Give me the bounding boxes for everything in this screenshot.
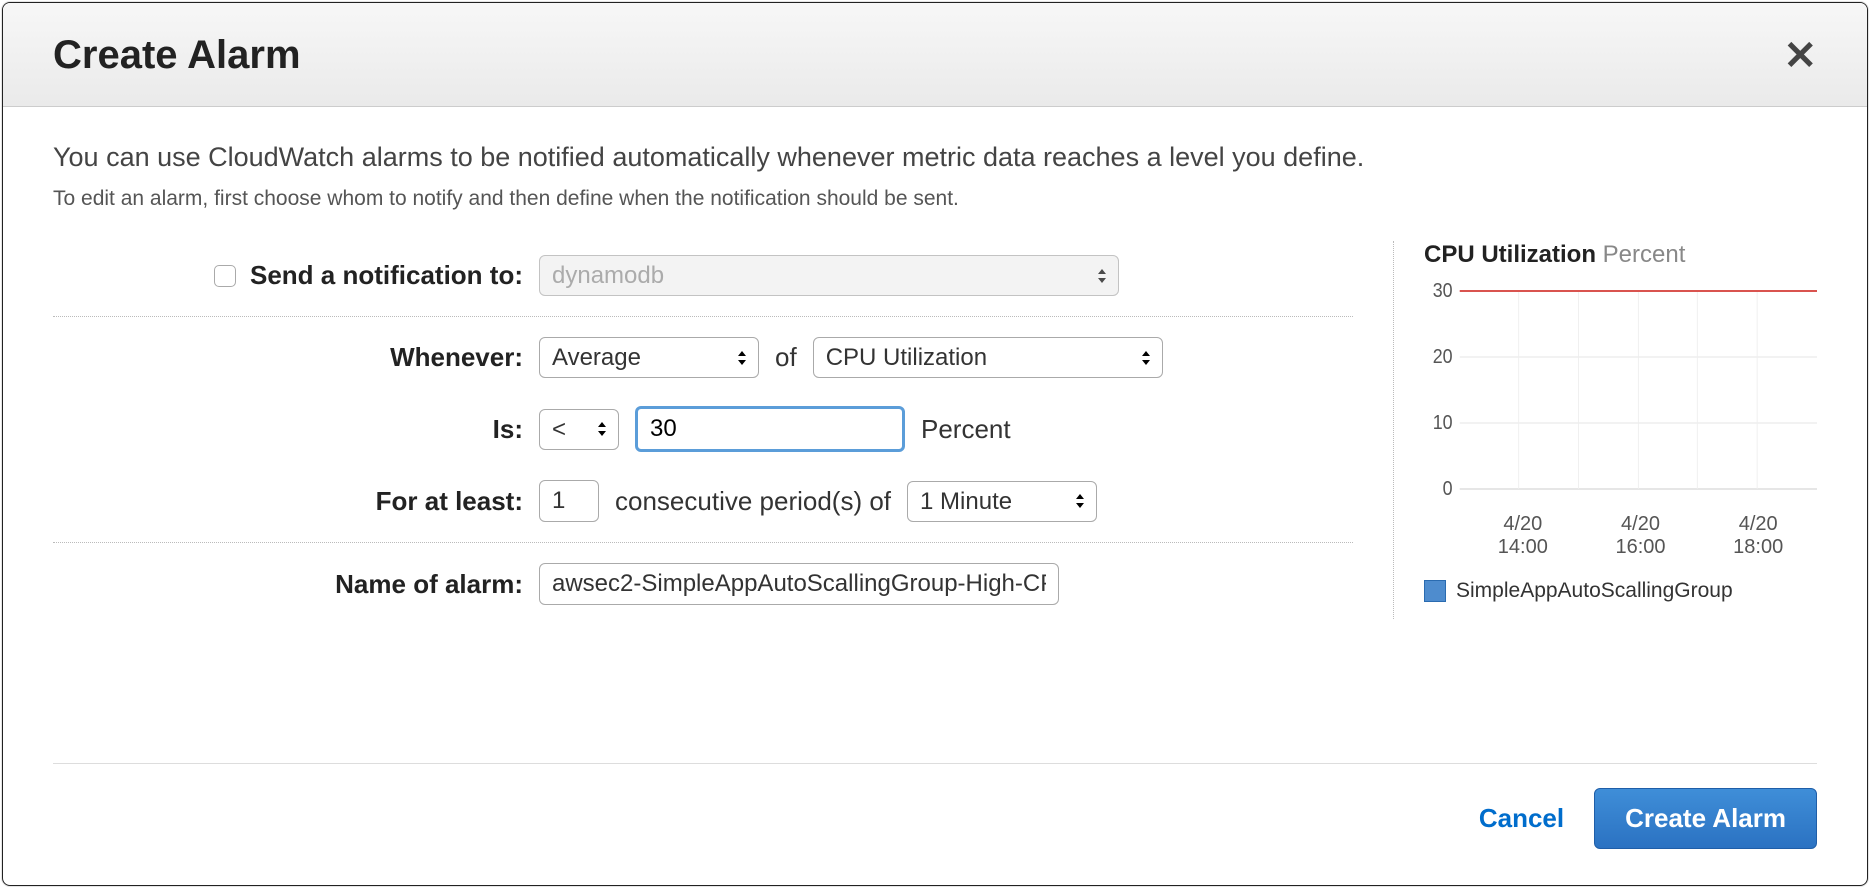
form-column: Send a notification to: dynamodb Wheneve…	[53, 241, 1353, 619]
modal-header: Create Alarm ✕	[3, 3, 1867, 107]
alarm-name-input[interactable]	[539, 563, 1059, 605]
whenever-label: Whenever:	[53, 342, 523, 373]
metric-select[interactable]: CPU Utilization	[813, 337, 1163, 378]
modal-title: Create Alarm	[53, 33, 301, 78]
chart-title: CPU Utilization Percent	[1424, 241, 1817, 269]
legend-label: SimpleAppAutoScallingGroup	[1456, 579, 1733, 603]
operator-select[interactable]: <	[539, 409, 619, 450]
legend-swatch	[1424, 580, 1446, 602]
row-is: Is: < Percent	[53, 392, 1353, 466]
notify-checkbox[interactable]	[214, 265, 236, 287]
sub-intro-text: To edit an alarm, first choose whom to n…	[53, 187, 1817, 211]
chart-legend: SimpleAppAutoScallingGroup	[1424, 579, 1817, 603]
ytick-10: 10	[1433, 412, 1453, 434]
ytick-30: 30	[1433, 281, 1453, 302]
threshold-input[interactable]	[635, 406, 905, 452]
x-ticks: 4/20 14:00 4/20 16:00 4/20 18:00	[1424, 513, 1817, 559]
row-for: For at least: consecutive period(s) of 1…	[53, 466, 1353, 543]
row-name: Name of alarm:	[53, 549, 1353, 619]
chart-svg: 30 20 10 0	[1424, 281, 1817, 501]
chart-column: CPU Utilization Percent	[1393, 241, 1817, 619]
modal-footer: Cancel Create Alarm	[53, 763, 1817, 885]
is-label: Is:	[53, 414, 523, 445]
x-tick-0: 4/20 14:00	[1464, 513, 1582, 559]
notify-label-cell: Send a notification to:	[53, 260, 523, 291]
chart-unit: Percent	[1603, 241, 1686, 268]
x-tick-2: 4/20 18:00	[1699, 513, 1817, 559]
period-length-select[interactable]: 1 Minute	[907, 481, 1097, 522]
name-label: Name of alarm:	[53, 569, 523, 600]
row-notification: Send a notification to: dynamodb	[53, 241, 1353, 317]
statistic-select[interactable]: Average	[539, 337, 759, 378]
periods-input[interactable]	[539, 480, 599, 522]
chart-plot: 30 20 10 0	[1424, 281, 1817, 501]
create-alarm-modal: Create Alarm ✕ You can use CloudWatch al…	[2, 2, 1868, 886]
chart-metric-name: CPU Utilization	[1424, 241, 1596, 268]
row-whenever: Whenever: Average of CPU Utilization	[53, 323, 1353, 392]
modal-body: You can use CloudWatch alarms to be noti…	[3, 107, 1867, 763]
ytick-0: 0	[1443, 478, 1453, 500]
unit-text: Percent	[921, 414, 1011, 445]
content-row: Send a notification to: dynamodb Wheneve…	[53, 241, 1817, 619]
close-icon[interactable]: ✕	[1783, 36, 1817, 76]
for-label: For at least:	[53, 486, 523, 517]
ytick-20: 20	[1433, 346, 1453, 368]
cancel-button[interactable]: Cancel	[1479, 803, 1564, 834]
create-alarm-button[interactable]: Create Alarm	[1594, 788, 1817, 849]
of-text: of	[775, 342, 797, 373]
periods-text: consecutive period(s) of	[615, 486, 891, 517]
x-tick-1: 4/20 16:00	[1582, 513, 1700, 559]
intro-text: You can use CloudWatch alarms to be noti…	[53, 142, 1817, 173]
notify-label: Send a notification to:	[250, 260, 523, 291]
notify-select[interactable]: dynamodb	[539, 255, 1119, 296]
